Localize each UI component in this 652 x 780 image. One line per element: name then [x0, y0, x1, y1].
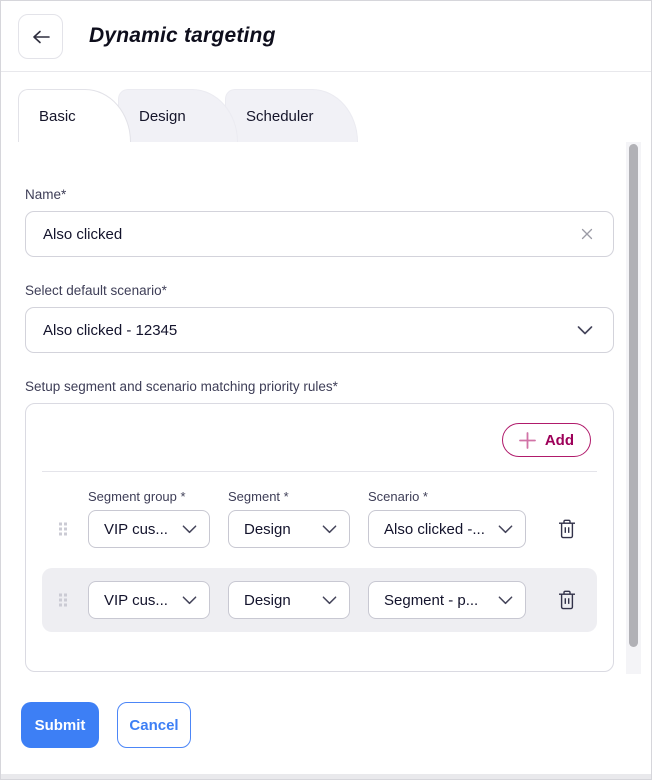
drag-handle-icon[interactable]	[59, 594, 67, 607]
arrow-left-icon	[31, 29, 51, 45]
column-label-segment-group: Segment group *	[88, 489, 186, 504]
default-scenario-value: Also clicked - 12345	[43, 322, 177, 339]
chevron-down-icon	[577, 326, 593, 335]
page-title: Dynamic targeting	[89, 24, 276, 48]
tab-scheduler[interactable]: Scheduler	[225, 89, 358, 142]
rule-row-1: VIP cus... Design Also clicked -...	[26, 510, 613, 548]
segment-dropdown-row2[interactable]: Design	[228, 581, 350, 619]
scenario-field-label: Select default scenario*	[25, 283, 603, 298]
column-label-segment: Segment *	[228, 489, 289, 504]
segment-group-dropdown-row1[interactable]: VIP cus...	[88, 510, 210, 548]
scenario-value-row2: Segment - p...	[384, 592, 478, 609]
form-content: Name* Also clicked Select default scenar…	[1, 142, 652, 672]
tab-scheduler-label: Scheduler	[246, 108, 314, 125]
chevron-down-icon	[322, 525, 337, 534]
dynamic-targeting-window: Dynamic targeting Basic Design Scheduler…	[0, 0, 652, 780]
name-input-value: Also clicked	[43, 226, 122, 243]
chevron-down-icon	[322, 596, 337, 605]
chevron-down-icon	[182, 525, 197, 534]
window-bottom-edge	[1, 774, 651, 779]
submit-button[interactable]: Submit	[21, 702, 99, 748]
tab-basic[interactable]: Basic	[18, 89, 131, 142]
cancel-button[interactable]: Cancel	[117, 702, 191, 748]
segment-group-dropdown-row2[interactable]: VIP cus...	[88, 581, 210, 619]
footer-actions: Submit Cancel	[21, 702, 191, 748]
header: Dynamic targeting	[1, 1, 651, 72]
delete-rule-button-row1[interactable]	[556, 517, 578, 542]
default-scenario-select[interactable]: Also clicked - 12345	[25, 307, 614, 353]
tab-bar: Basic Design Scheduler	[18, 89, 358, 142]
trash-icon	[558, 519, 576, 540]
tab-design[interactable]: Design	[118, 89, 238, 142]
name-input[interactable]: Also clicked	[25, 211, 614, 257]
back-button[interactable]	[18, 14, 63, 59]
tab-design-label: Design	[139, 108, 186, 125]
name-field-label: Name*	[25, 187, 603, 202]
segment-value-row1: Design	[244, 521, 291, 538]
rule-row-2: VIP cus... Design Segment - p...	[26, 581, 613, 619]
delete-rule-button-row2[interactable]	[556, 588, 578, 613]
plus-icon	[519, 432, 536, 449]
add-rule-button[interactable]: Add	[502, 423, 591, 457]
column-label-scenario: Scenario *	[368, 489, 428, 504]
vertical-scrollbar-track[interactable]	[626, 142, 641, 674]
vertical-scrollbar-thumb[interactable]	[629, 144, 638, 647]
segment-value-row2: Design	[244, 592, 291, 609]
scenario-value-row1: Also clicked -...	[384, 521, 485, 538]
segment-group-value-row1: VIP cus...	[104, 521, 168, 538]
segment-dropdown-row1[interactable]: Design	[228, 510, 350, 548]
panel-divider	[42, 471, 597, 472]
clear-x-icon[interactable]	[581, 228, 593, 240]
chevron-down-icon	[498, 525, 513, 534]
rules-section-label: Setup segment and scenario matching prio…	[25, 379, 603, 394]
trash-icon	[558, 590, 576, 611]
chevron-down-icon	[182, 596, 197, 605]
scenario-dropdown-row2[interactable]: Segment - p...	[368, 581, 526, 619]
chevron-down-icon	[498, 596, 513, 605]
tab-basic-label: Basic	[39, 108, 76, 125]
rules-panel: Add Segment group * Segment * Scenario *…	[25, 403, 614, 672]
scenario-dropdown-row1[interactable]: Also clicked -...	[368, 510, 526, 548]
add-rule-label: Add	[545, 432, 574, 449]
segment-group-value-row2: VIP cus...	[104, 592, 168, 609]
rule-row-2-background: VIP cus... Design Segment - p...	[42, 568, 597, 632]
drag-handle-icon[interactable]	[59, 523, 67, 536]
